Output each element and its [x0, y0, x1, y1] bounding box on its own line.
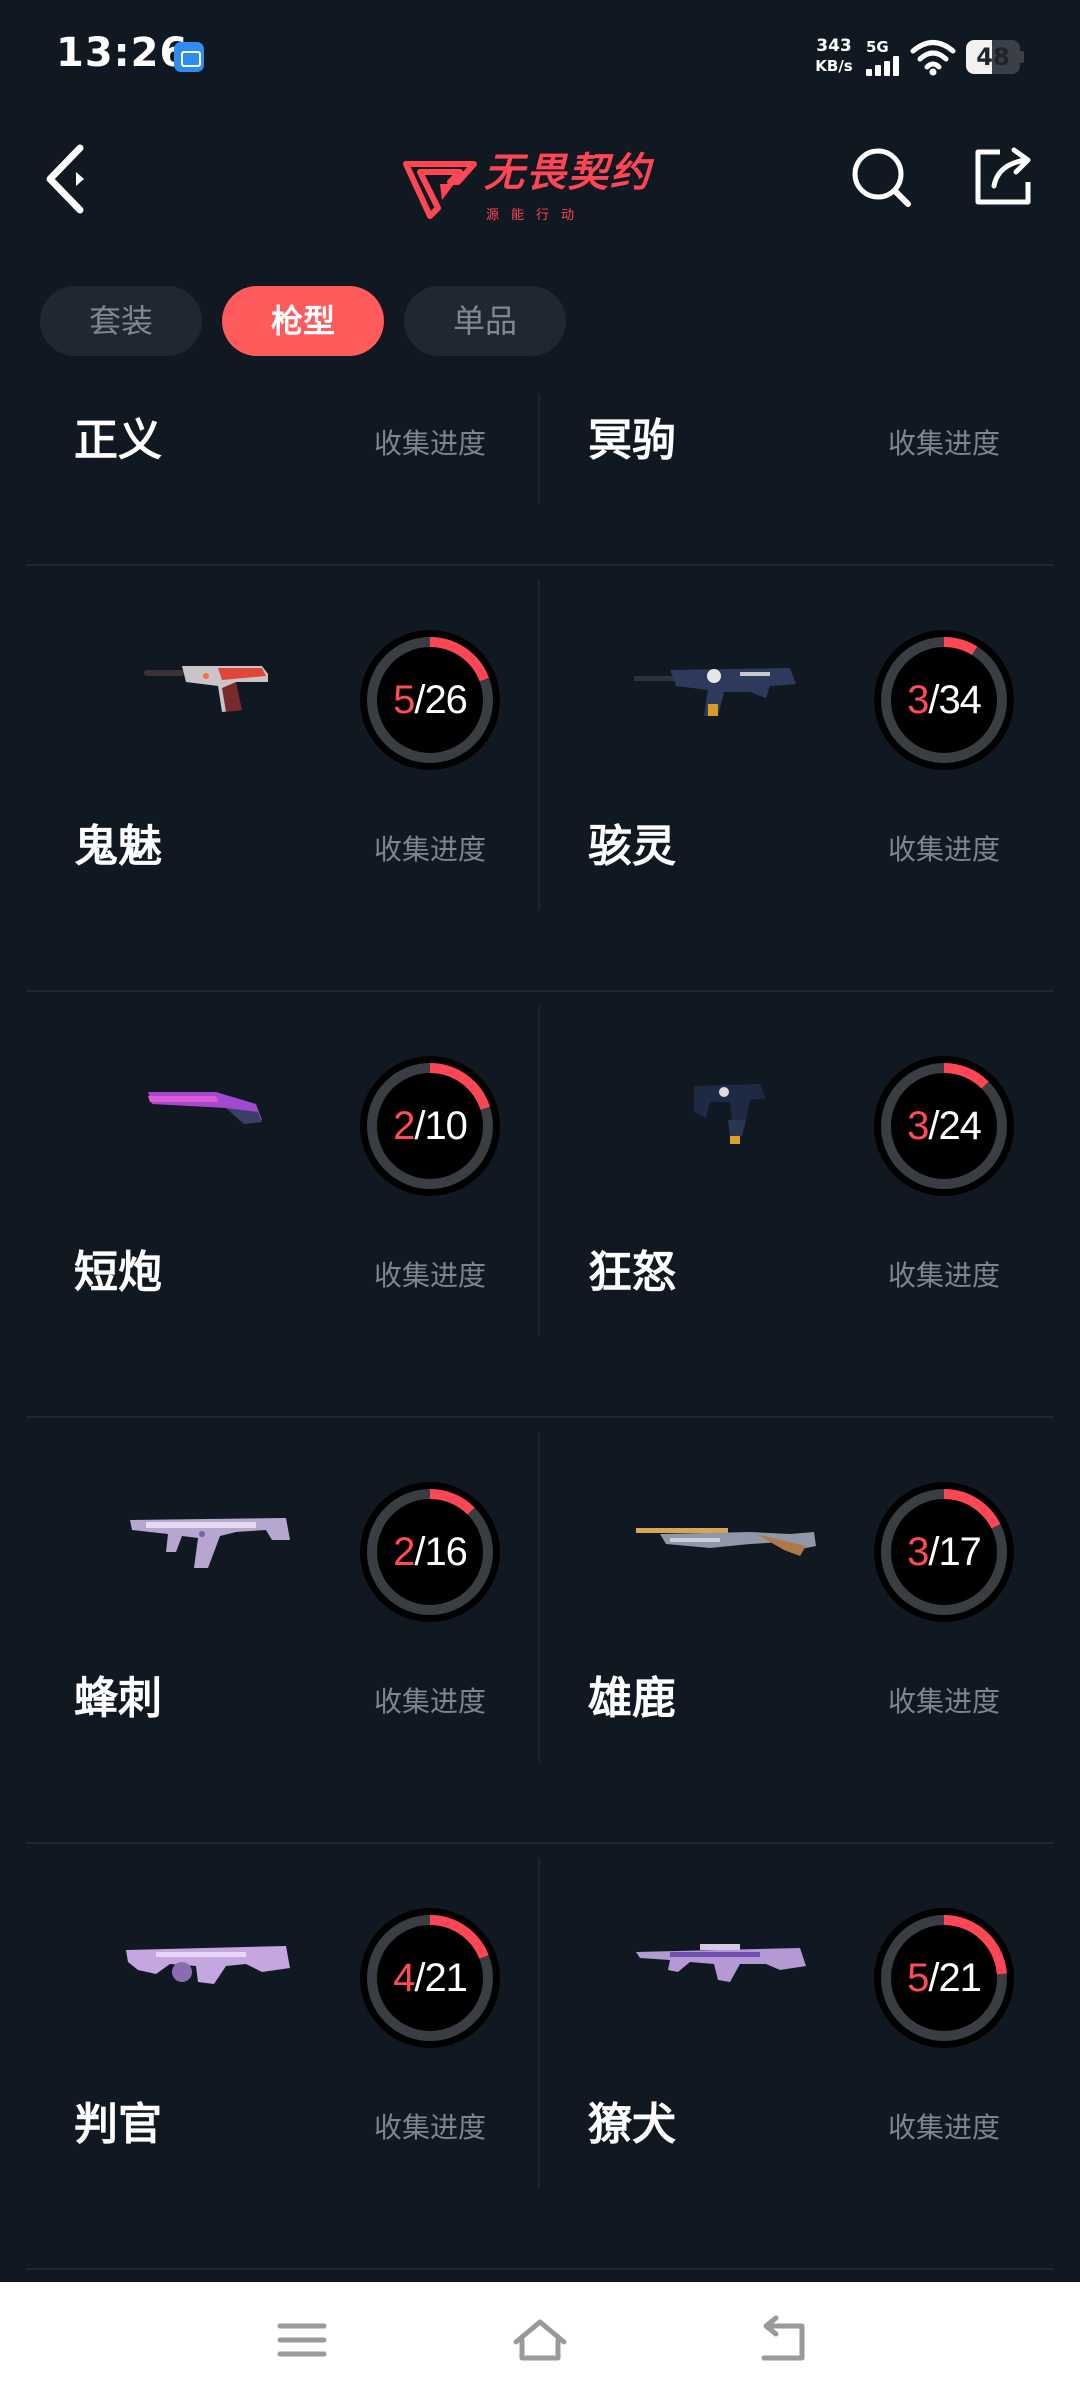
network-speed: 343 KB/s — [806, 36, 862, 76]
collection-count: 3/17 — [907, 1530, 982, 1574]
collection-progress-ring: 2/16 — [360, 1482, 500, 1622]
network-speed-unit: KB/s — [815, 57, 853, 75]
home-button[interactable] — [510, 2312, 570, 2368]
collection-progress-label: 收集进度 — [374, 833, 487, 866]
collection-progress-label: 收集进度 — [888, 833, 1001, 866]
status-bar: 13:26 343 KB/s 5G 48 — [0, 0, 1080, 112]
share-button[interactable] — [970, 144, 1036, 210]
du-icon — [174, 42, 204, 72]
pump-shotgun-icon — [600, 1488, 840, 1628]
collection-progress-ring: 5/26 — [360, 630, 500, 770]
weapon-card[interactable]: 5/21 獠犬 收集进度 — [540, 1844, 1054, 2268]
battery-level: 48 — [976, 43, 1010, 71]
collection-progress-ring: 2/10 — [360, 1056, 500, 1196]
weapon-name: 短炮 — [74, 1247, 162, 1298]
collection-progress-ring: 3/34 — [874, 630, 1014, 770]
collection-progress-label: 收集进度 — [374, 1259, 487, 1292]
weapon-name: 鬼魅 — [74, 821, 162, 872]
collection-count: 5/26 — [393, 678, 468, 722]
tab-single-item[interactable]: 单品 — [404, 286, 566, 356]
weapon-card[interactable]: 4/21 判官 收集进度 — [26, 1844, 540, 2268]
header: 无畏契约 源能行动 — [0, 120, 1080, 240]
status-time: 13:26 — [56, 30, 189, 76]
collection-progress-label: 收集进度 — [888, 1259, 1001, 1292]
collection-count: 3/34 — [907, 678, 982, 722]
valorant-logo-icon — [403, 161, 477, 219]
weapon-card[interactable]: 2/16 蜂刺 收集进度 — [26, 1418, 540, 1842]
collection-progress-label: 收集进度 — [888, 1685, 1001, 1718]
weapon-name: 蜂刺 — [74, 1673, 162, 1724]
back-button[interactable] — [40, 142, 100, 216]
share-icon — [975, 147, 1031, 205]
network-type: 5G — [866, 38, 889, 56]
collection-count: 5/21 — [907, 1956, 982, 2000]
weapon-row: 2/16 蜂刺 收集进度 3/17 雄鹿 收集进度 — [26, 1418, 1054, 1844]
weapon-grid: 正义 收集进度 冥驹 收集进度 5/26 鬼魅 收集进度 3/34 骇灵 收集进… — [26, 390, 1054, 2280]
weapon-row: 2/10 短炮 收集进度 3/24 狂怒 收集进度 — [26, 992, 1054, 1418]
search-button[interactable] — [848, 144, 914, 210]
search-icon — [852, 148, 911, 207]
logo-subtitle: 源能行动 — [486, 208, 587, 223]
weapon-name: 狂怒 — [588, 1247, 676, 1298]
weapon-card-mingju[interactable]: 冥驹 收集进度 — [540, 390, 1054, 564]
collection-progress-label: 收集进度 — [374, 427, 487, 460]
submachine-gun-icon — [86, 1488, 326, 1628]
collection-progress-label: 收集进度 — [374, 2111, 487, 2144]
smg-icon — [600, 636, 840, 776]
weapon-name: 骇灵 — [588, 821, 676, 872]
collection-progress-label: 收集进度 — [888, 427, 1001, 460]
weapon-card[interactable]: 2/10 短炮 收集进度 — [26, 992, 540, 1416]
collection-progress-ring: 5/21 — [874, 1908, 1014, 2048]
weapon-card[interactable]: 3/17 雄鹿 收集进度 — [540, 1418, 1054, 1842]
network-speed-value: 343 — [816, 36, 852, 56]
collection-count: 3/24 — [907, 1104, 982, 1148]
collection-count: 4/21 — [393, 1956, 468, 2000]
menu-button[interactable] — [272, 2312, 332, 2368]
weapon-row: 4/21 判官 收集进度 5/21 獠犬 收集进度 — [26, 1844, 1054, 2270]
tab-gun-type[interactable]: 枪型 — [222, 286, 384, 356]
weapon-name: 獠犬 — [588, 2099, 676, 2150]
shotgun-icon — [86, 1062, 326, 1202]
system-nav-bar — [0, 2282, 1080, 2400]
weapon-card-zhengyi[interactable]: 正义 收集进度 — [26, 390, 540, 564]
wifi-icon — [910, 38, 956, 76]
collection-progress-label: 收集进度 — [888, 2111, 1001, 2144]
weapon-row: 5/26 鬼魅 收集进度 3/34 骇灵 收集进度 — [26, 566, 1054, 992]
nav-back-icon — [761, 2315, 805, 2361]
collection-progress-label: 收集进度 — [374, 1685, 487, 1718]
collection-count: 2/16 — [393, 1530, 468, 1574]
back-chevron-icon — [46, 144, 84, 214]
rifle-icon — [600, 1914, 840, 2054]
app-logo: 无畏契约 源能行动 — [400, 138, 680, 228]
collection-progress-ring: 3/17 — [874, 1482, 1014, 1622]
weapon-row-top: 正义 收集进度 冥驹 收集进度 — [26, 390, 1054, 566]
battery-icon: 48 — [966, 40, 1024, 74]
machine-pistol-icon — [600, 1062, 840, 1202]
weapon-card[interactable]: 5/26 鬼魅 收集进度 — [26, 566, 540, 990]
weapon-card[interactable]: 3/34 骇灵 收集进度 — [540, 566, 1054, 990]
collection-count: 2/10 — [393, 1104, 468, 1148]
pistol-icon — [86, 636, 326, 776]
tab-outfit[interactable]: 套装 — [40, 286, 202, 356]
weapon-name: 判官 — [74, 2099, 162, 2150]
menu-icon — [277, 2323, 327, 2357]
signal-icon — [866, 56, 902, 76]
nav-back-button[interactable] — [752, 2312, 812, 2368]
weapon-name: 雄鹿 — [588, 1673, 676, 1724]
collection-progress-ring: 3/24 — [874, 1056, 1014, 1196]
weapon-name: 正义 — [74, 415, 162, 466]
auto-shotgun-icon — [86, 1914, 326, 2054]
home-icon — [513, 2319, 567, 2361]
weapon-card[interactable]: 3/24 狂怒 收集进度 — [540, 992, 1054, 1416]
logo-title: 无畏契约 — [484, 150, 652, 196]
collection-progress-ring: 4/21 — [360, 1908, 500, 2048]
weapon-name: 冥驹 — [588, 415, 676, 466]
